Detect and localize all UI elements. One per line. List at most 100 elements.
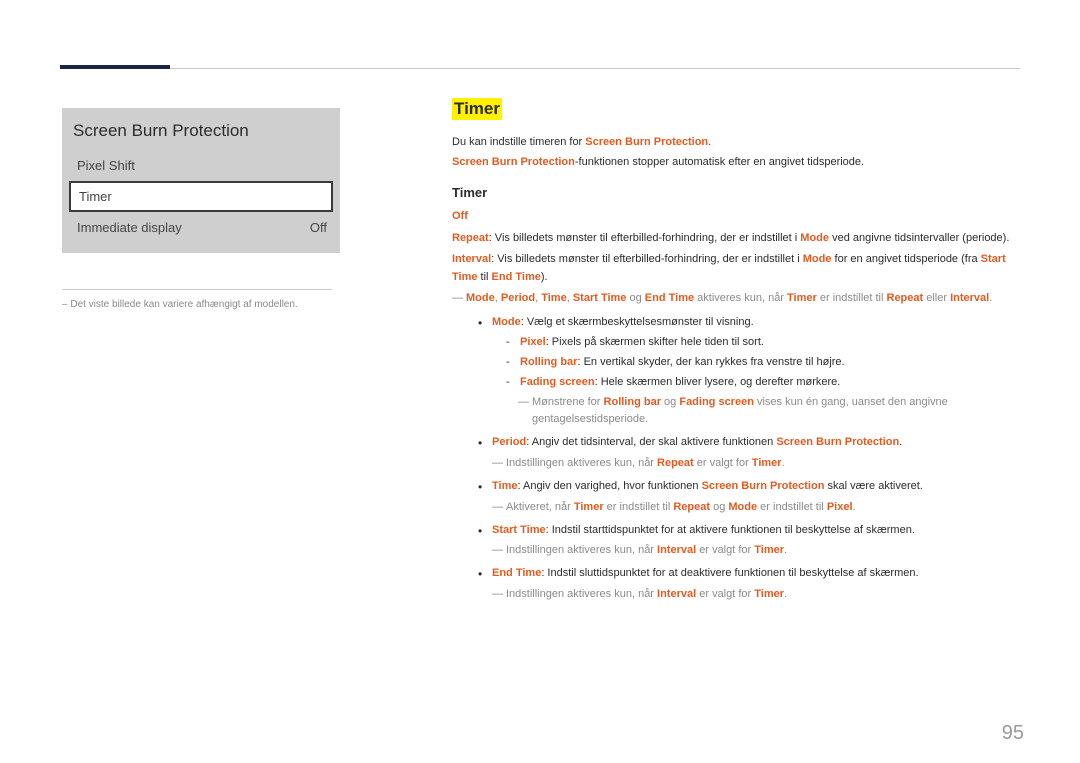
text: er valgt for [696, 544, 754, 556]
term-rolling-bar: Rolling bar [604, 396, 661, 408]
term-period: Period [501, 292, 535, 304]
text: skal være aktiveret. [824, 480, 922, 492]
term-fading-screen: Fading screen [679, 396, 754, 408]
intro-line-1: Du kan indstille timeren for Screen Burn… [452, 134, 1022, 151]
text: : Angiv den varighed, hvor funktionen [517, 480, 701, 492]
term-mode: Mode [466, 292, 495, 304]
sub-bullet-list: Pixel: Pixels på skærmen skifter hele ti… [492, 334, 1022, 391]
text: : Hele skærmen bliver lysere, og derefte… [595, 376, 841, 388]
text: er indstillet til [817, 292, 887, 304]
bullet-period: Period: Angiv det tidsinterval, der skal… [478, 434, 1022, 472]
term-interval: Interval [657, 588, 696, 600]
text: er valgt for [694, 457, 752, 469]
label-mode: Mode [492, 316, 521, 328]
bullet-time: Time: Angiv den varighed, hvor funktione… [478, 478, 1022, 516]
term-end-time: End Time [645, 292, 694, 304]
bullet-start-time: Start Time: Indstil starttidspunktet for… [478, 522, 1022, 560]
term-repeat: Repeat [657, 457, 694, 469]
text: . [899, 436, 902, 448]
term-interval: Interval [657, 544, 696, 556]
term-timer: Timer [574, 501, 604, 513]
label-interval: Interval [452, 253, 491, 265]
text: -funktionen stopper automatisk efter en … [575, 156, 864, 168]
text: Mønstrene for [532, 396, 604, 408]
term-mode: Mode [803, 253, 832, 265]
text: : Angiv det tidsinterval, der skal aktiv… [526, 436, 776, 448]
subheading-timer: Timer [452, 185, 1022, 200]
text: Indstillingen aktiveres kun, når [506, 588, 657, 600]
option-repeat: Repeat: Vis billedets mønster til efterb… [452, 230, 1022, 248]
intro-line-2: Screen Burn Protection-funktionen stoppe… [452, 154, 1022, 171]
term-end-time: End Time [492, 271, 541, 283]
term-screen-burn-protection: Screen Burn Protection [452, 156, 575, 168]
text: er indstillet til [604, 501, 674, 513]
text: : Indstil starttidspunktet for at aktive… [546, 524, 915, 536]
section-heading: Timer [452, 98, 502, 120]
text: . [989, 292, 992, 304]
label-time: Time [492, 480, 517, 492]
header-rule [60, 68, 1020, 69]
text: . [784, 544, 787, 556]
text: og [626, 292, 644, 304]
label-fading-screen: Fading screen [520, 376, 595, 388]
bullet-mode: Mode: Vælg et skærmbeskyttelsesmønster t… [478, 314, 1022, 429]
text: for en angivet tidsperiode (fra [831, 253, 980, 265]
text: og [710, 501, 728, 513]
note-end-condition: Indstillingen aktiveres kun, når Interva… [492, 586, 1022, 603]
menu-item-immediate-display[interactable]: Immediate display Off [63, 213, 339, 242]
menu-item-label: Immediate display [77, 220, 182, 235]
osd-menu: Screen Burn Protection Pixel Shift Timer… [62, 108, 340, 253]
term-timer: Timer [754, 544, 784, 556]
text: : Vis billedets mønster til efterbilled-… [491, 253, 803, 265]
sub-bullet-pixel: Pixel: Pixels på skærmen skifter hele ti… [506, 334, 1022, 351]
text: : Pixels på skærmen skifter hele tiden t… [546, 336, 764, 348]
note-start-condition: Indstillingen aktiveres kun, når Interva… [492, 542, 1022, 559]
text: og [661, 396, 679, 408]
note-pattern-once: Mønstrene for Rolling bar og Fading scre… [518, 394, 1022, 428]
option-off: Off [452, 208, 1022, 226]
text: eller [923, 292, 950, 304]
left-separator [62, 289, 332, 290]
text: ). [541, 271, 548, 283]
term-timer: Timer [787, 292, 817, 304]
term-timer: Timer [752, 457, 782, 469]
term-timer: Timer [754, 588, 784, 600]
option-interval: Interval: Vis billedets mønster til efte… [452, 251, 1022, 286]
note-time-condition: Aktiveret, når Timer er indstillet til R… [492, 499, 1022, 516]
term-mode: Mode [728, 501, 757, 513]
text: Indstillingen aktiveres kun, når [506, 457, 657, 469]
term-repeat: Repeat [673, 501, 710, 513]
sub-bullet-rolling-bar: Rolling bar: En vertikal skyder, der kan… [506, 354, 1022, 371]
text: er valgt for [696, 588, 754, 600]
text: Aktiveret, når [506, 501, 574, 513]
note-period-condition: Indstillingen aktiveres kun, når Repeat … [492, 455, 1022, 472]
text: Du kan indstille timeren for [452, 136, 585, 148]
term-mode: Mode [800, 232, 829, 244]
term-repeat: Repeat [887, 292, 924, 304]
label-start-time: Start Time [492, 524, 546, 536]
text: aktiveres kun, når [694, 292, 787, 304]
menu-item-timer[interactable]: Timer [69, 181, 333, 212]
text: ved angivne tidsintervaller (periode). [829, 232, 1009, 244]
label-pixel: Pixel [520, 336, 546, 348]
menu-item-value: Off [310, 220, 327, 235]
text: . [782, 457, 785, 469]
label-rolling-bar: Rolling bar [520, 356, 577, 368]
text: : Vælg et skærmbeskyttelsesmønster til v… [521, 316, 754, 328]
label-end-time: End Time [492, 567, 541, 579]
text: er indstillet til [757, 501, 827, 513]
menu-item-pixel-shift[interactable]: Pixel Shift [63, 151, 339, 180]
bullet-list: Mode: Vælg et skærmbeskyttelsesmønster t… [452, 314, 1022, 603]
osd-menu-title: Screen Burn Protection [63, 109, 339, 151]
term-time: Time [541, 292, 566, 304]
text: : Vis billedets mønster til efterbilled-… [489, 232, 801, 244]
text: . [853, 501, 856, 513]
term-start-time: Start Time [573, 292, 627, 304]
label-repeat: Repeat [452, 232, 489, 244]
term-screen-burn-protection: Screen Burn Protection [585, 136, 708, 148]
model-variation-note: Det viste billede kan variere afhængigt … [62, 298, 340, 312]
term-pixel: Pixel [827, 501, 853, 513]
text: . [784, 588, 787, 600]
term-screen-burn-protection: Screen Burn Protection [702, 480, 825, 492]
term-interval: Interval [950, 292, 989, 304]
